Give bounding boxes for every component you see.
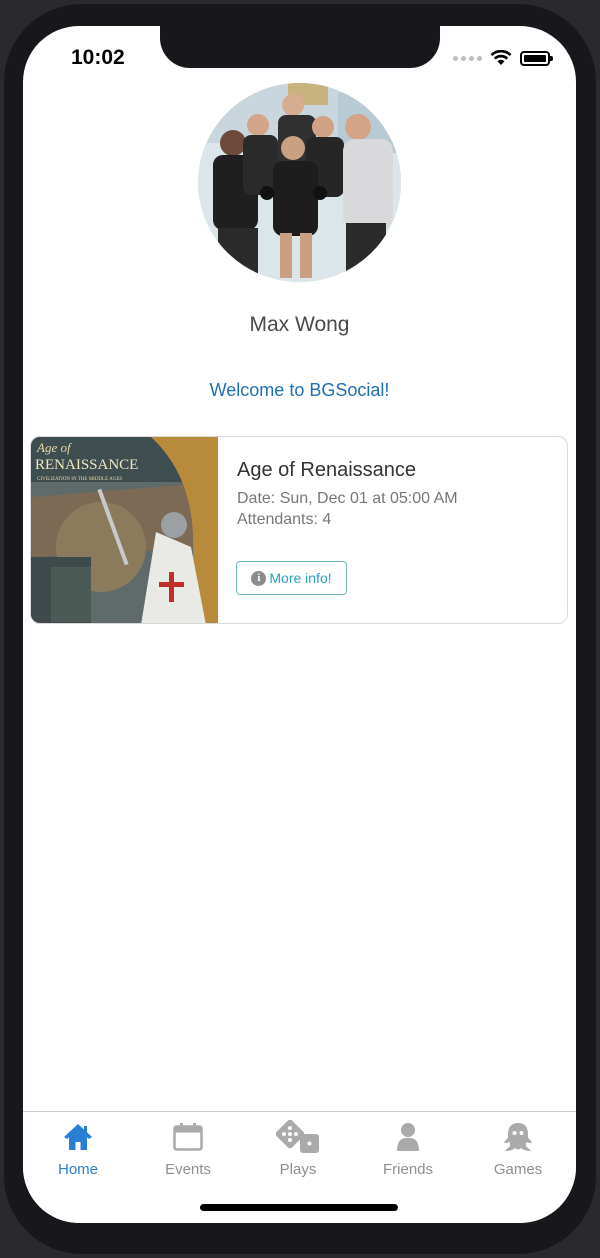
app-screen: 10:02 Max Wong Welcome to BGSocial! Age …: [23, 26, 576, 1223]
tab-events-label: Events: [165, 1161, 211, 1178]
tab-friends-label: Friends: [382, 1161, 434, 1178]
game-logo-sub: CIVILIZATION IN THE MIDDLE AGES: [37, 477, 122, 482]
event-card[interactable]: Age of RENAISSANCE CIVILIZATION IN THE M…: [30, 436, 568, 624]
user-icon: [397, 1123, 419, 1151]
battery-icon: [520, 50, 553, 66]
tab-friends[interactable]: Friends: [353, 1120, 463, 1178]
tab-games-label: Games: [493, 1161, 543, 1178]
game-logo-top: Age of: [36, 440, 73, 455]
home-indicator: [200, 1204, 398, 1211]
info-icon: i: [251, 570, 267, 586]
user-name: Max Wong: [249, 313, 350, 336]
calendar-icon: [173, 1123, 203, 1151]
tab-games[interactable]: Games: [463, 1120, 573, 1178]
status-time: 10:02: [71, 46, 125, 69]
status-icons: [453, 50, 553, 66]
device-frame: 10:02 Max Wong Welcome to BGSocial! Age …: [0, 0, 600, 1258]
dice-icon: [276, 1120, 319, 1153]
more-info-label: More info!: [269, 570, 332, 586]
tab-events[interactable]: Events: [133, 1120, 243, 1178]
event-title: Age of Renaissance: [237, 459, 417, 481]
signal-icon: [453, 55, 482, 61]
more-info-button[interactable]: i More info!: [236, 561, 347, 595]
wifi-icon: [490, 50, 512, 65]
event-game-image: Age of RENAISSANCE CIVILIZATION IN THE M…: [31, 437, 218, 623]
welcome-message: Welcome to BGSocial!: [209, 380, 390, 400]
tab-plays-label: Plays: [279, 1161, 317, 1178]
tab-plays[interactable]: Plays: [243, 1120, 353, 1178]
home-icon: [64, 1124, 92, 1150]
event-attendants: Attendants: 4: [237, 511, 332, 528]
tab-home-label: Home: [57, 1161, 98, 1178]
game-logo-main: RENAISSANCE: [35, 457, 138, 473]
event-date: Date: Sun, Dec 01 at 05:00 AM: [237, 490, 458, 507]
camera-notch: [160, 26, 440, 68]
profile-avatar[interactable]: [198, 83, 401, 282]
ghost-icon: [504, 1123, 532, 1151]
tab-home[interactable]: Home: [23, 1120, 133, 1178]
